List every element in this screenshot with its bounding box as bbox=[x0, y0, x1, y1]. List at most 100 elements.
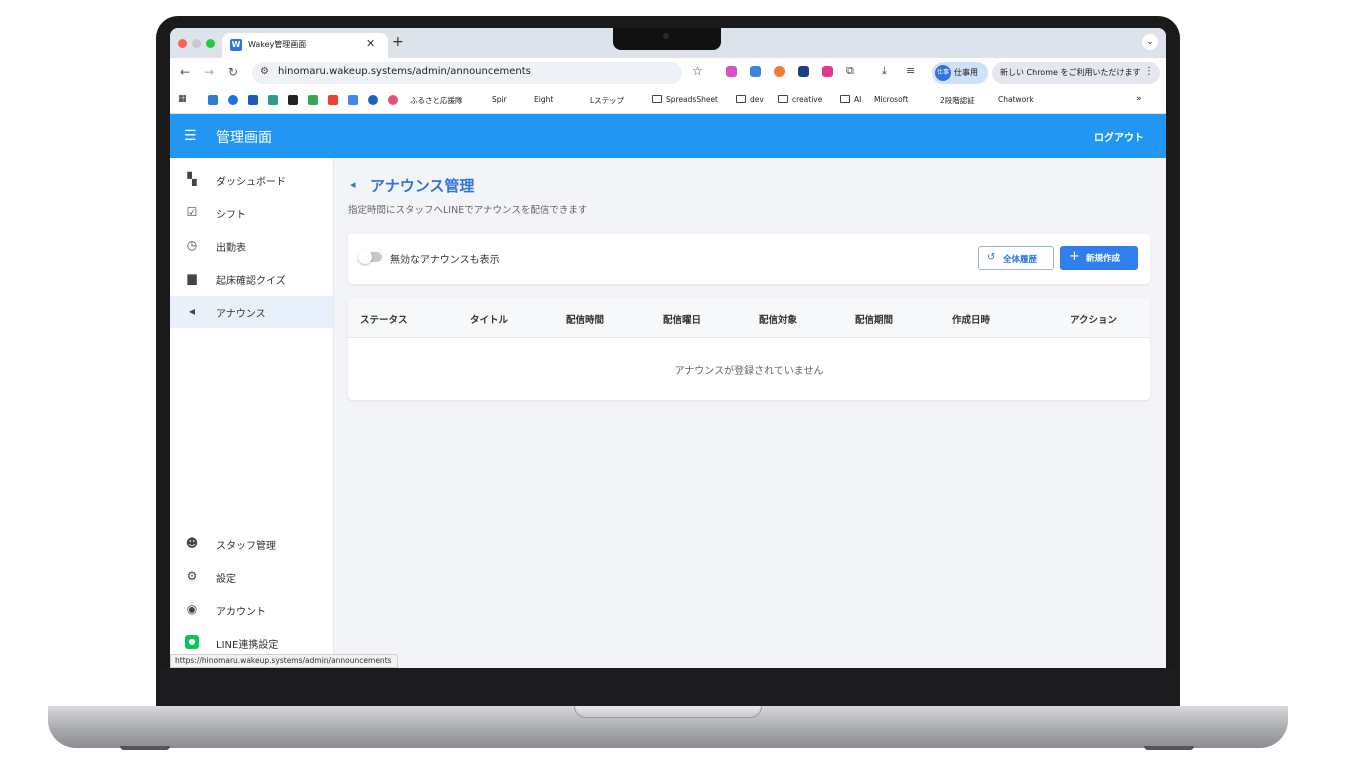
column-status[interactable]: ステータス bbox=[360, 312, 408, 326]
main-content: ◂ アナウンス管理 指定時間にスタッフへLINEでアナウンスを配信できます 無効… bbox=[334, 158, 1166, 668]
megaphone-icon: ◂ bbox=[350, 178, 356, 191]
show-inactive-toggle[interactable] bbox=[358, 250, 382, 264]
toggle-knob bbox=[358, 250, 372, 264]
forward-icon[interactable]: → bbox=[204, 65, 214, 79]
extension-icon[interactable] bbox=[750, 66, 761, 77]
people-icon: ☻ bbox=[185, 536, 199, 550]
extensions-puzzle-icon[interactable]: ⧉ bbox=[846, 64, 854, 78]
maximize-window-button[interactable] bbox=[206, 39, 215, 48]
dashboard-icon: ▚ bbox=[187, 172, 197, 186]
bookmark-star-icon[interactable]: ☆ bbox=[692, 64, 703, 78]
bookmark-label: Microsoft bbox=[874, 95, 909, 104]
bookmark-label: creative bbox=[792, 95, 823, 104]
more-bookmarks-icon[interactable]: » bbox=[1136, 94, 1142, 104]
extension-icon[interactable] bbox=[822, 66, 833, 77]
browser-tab[interactable]: W Wakey管理画面 ✕ bbox=[222, 33, 388, 58]
download-icon[interactable]: ⤓ bbox=[882, 64, 887, 78]
folder-icon bbox=[840, 95, 850, 103]
extension-icon[interactable] bbox=[726, 66, 737, 77]
logout-button[interactable]: ログアウト bbox=[1094, 129, 1144, 144]
calendar-icon[interactable] bbox=[348, 95, 358, 105]
calendar-check-icon: ☑ bbox=[186, 205, 198, 219]
bookmark-ai[interactable]: AI bbox=[840, 95, 861, 104]
column-period[interactable]: 配信期間 bbox=[855, 312, 893, 326]
back-icon[interactable]: ← bbox=[180, 65, 190, 79]
column-title[interactable]: タイトル bbox=[470, 312, 508, 326]
bookmark-dev[interactable]: dev bbox=[736, 95, 764, 104]
sidebar-item-label: LINE連携設定 bbox=[216, 640, 279, 651]
laptop-mockup: W Wakey管理画面 ✕ + ⌄ ← → ↻ ⚙ hinomaru.wakeu… bbox=[0, 0, 1366, 768]
history-button[interactable]: ↺ 全体履歴 bbox=[978, 246, 1054, 270]
bookmark-label: Lステップ bbox=[590, 96, 625, 105]
bookmark-label: AI bbox=[854, 95, 862, 104]
create-button[interactable]: + 新規作成 bbox=[1060, 246, 1138, 270]
column-target[interactable]: 配信対象 bbox=[759, 312, 797, 326]
bookmark-icon[interactable] bbox=[388, 95, 398, 105]
laptop-opening-groove bbox=[574, 706, 762, 718]
bookmark-creative[interactable]: creative bbox=[778, 95, 822, 104]
folder-icon bbox=[778, 95, 788, 103]
line-icon: ● bbox=[185, 635, 199, 649]
bookmark-spreadsheet[interactable]: SpreadsSheet bbox=[652, 95, 718, 104]
column-send-time[interactable]: 配信時間 bbox=[566, 312, 604, 326]
tab-search-icon[interactable]: ⌄ bbox=[1142, 34, 1158, 50]
bookmark-icon[interactable] bbox=[228, 95, 238, 105]
sidebar-item-label: 出勤表 bbox=[216, 243, 246, 254]
bookmark-microsoft[interactable]: Microsoft bbox=[874, 95, 908, 104]
bookmark-label: Spir bbox=[492, 95, 507, 104]
bookmark-spir[interactable]: Spir bbox=[492, 95, 507, 104]
sidebar-item-account[interactable]: ◉ アカウント bbox=[170, 594, 333, 626]
bookmark-furusato[interactable]: ふるさと応援隊 bbox=[410, 95, 463, 106]
reload-icon[interactable]: ↻ bbox=[228, 65, 238, 79]
bookmark-icon[interactable] bbox=[248, 95, 258, 105]
bookmark-icon[interactable] bbox=[208, 95, 218, 105]
column-created-at[interactable]: 作成日時 bbox=[952, 312, 990, 326]
drive-icon[interactable] bbox=[308, 95, 318, 105]
extension-icon[interactable] bbox=[798, 66, 809, 77]
tab-favicon: W bbox=[230, 39, 242, 51]
bookmark-label: Chatwork bbox=[998, 95, 1034, 104]
sidebar-item-wakeup-quiz[interactable]: ▆ 起床確認クイズ bbox=[170, 263, 333, 295]
empty-message: アナウンスが登録されていません bbox=[674, 366, 824, 377]
bookmark-label: 2段階認証 bbox=[940, 96, 975, 105]
sidebar-item-label: ダッシュボード bbox=[216, 177, 286, 188]
extension-icon[interactable] bbox=[774, 66, 785, 77]
notion-icon[interactable] bbox=[288, 95, 298, 105]
bookmark-label: ふるさと応援隊 bbox=[410, 96, 463, 105]
laptop-foot bbox=[1144, 746, 1194, 750]
announcements-table: ステータス タイトル 配信時間 配信曜日 配信対象 配信期間 作成日時 アクショ… bbox=[348, 298, 1150, 400]
menu-icon[interactable]: ☰ bbox=[184, 128, 197, 144]
sidebar-item-label: 起床確認クイズ bbox=[216, 276, 286, 287]
bookmark-icon[interactable] bbox=[368, 95, 378, 105]
sidebar-item-settings[interactable]: ⚙ 設定 bbox=[170, 561, 333, 593]
reading-list-icon[interactable]: ≡ bbox=[906, 64, 915, 77]
close-window-button[interactable] bbox=[178, 39, 187, 48]
chrome-update-button[interactable]: 新しい Chrome をご利用いただけます ⋮ bbox=[992, 62, 1160, 84]
more-menu-icon[interactable]: ⋮ bbox=[1144, 66, 1154, 77]
site-settings-icon[interactable]: ⚙ bbox=[260, 66, 269, 77]
bookmark-icon[interactable] bbox=[268, 95, 278, 105]
status-url: https://hinomaru.wakeup.systems/admin/an… bbox=[175, 656, 392, 665]
sidebar-item-attendance[interactable]: ◷ 出勤表 bbox=[170, 230, 333, 262]
bookmarks-bar: ▦ ふるさと応援隊 Spir Eight Lステップ SpreadsSheet … bbox=[170, 88, 1166, 114]
profile-button[interactable]: 仕事 仕事用 bbox=[932, 62, 988, 84]
tab-close-icon[interactable]: ✕ bbox=[366, 37, 375, 50]
address-bar[interactable]: ⚙ hinomaru.wakeup.systems/admin/announce… bbox=[252, 62, 682, 84]
new-tab-icon[interactable]: + bbox=[392, 34, 404, 50]
bookmark-chatwork[interactable]: Chatwork bbox=[998, 95, 1034, 104]
bookmark-2fa[interactable]: 2段階認証 bbox=[940, 95, 975, 106]
sidebar-item-staff[interactable]: ☻ スタッフ管理 bbox=[170, 528, 333, 560]
laptop-bezel bbox=[156, 668, 1180, 708]
column-actions[interactable]: アクション bbox=[1070, 312, 1117, 326]
sidebar-item-shift[interactable]: ☑ シフト bbox=[170, 197, 333, 229]
gmail-icon[interactable] bbox=[328, 95, 338, 105]
bookmark-lstep[interactable]: Lステップ bbox=[590, 95, 624, 106]
page-subtitle: 指定時間にスタッフへLINEでアナウンスを配信できます bbox=[348, 205, 588, 216]
minimize-window-button[interactable] bbox=[192, 39, 201, 48]
bookmark-eight[interactable]: Eight bbox=[534, 95, 553, 104]
app-title: 管理画面 bbox=[216, 130, 272, 146]
apps-grid-icon[interactable]: ▦ bbox=[178, 94, 187, 104]
column-weekday[interactable]: 配信曜日 bbox=[663, 312, 701, 326]
sidebar-item-dashboard[interactable]: ▚ ダッシュボード bbox=[170, 164, 333, 196]
sidebar-item-announcement[interactable]: ◂ アナウンス bbox=[170, 296, 333, 328]
